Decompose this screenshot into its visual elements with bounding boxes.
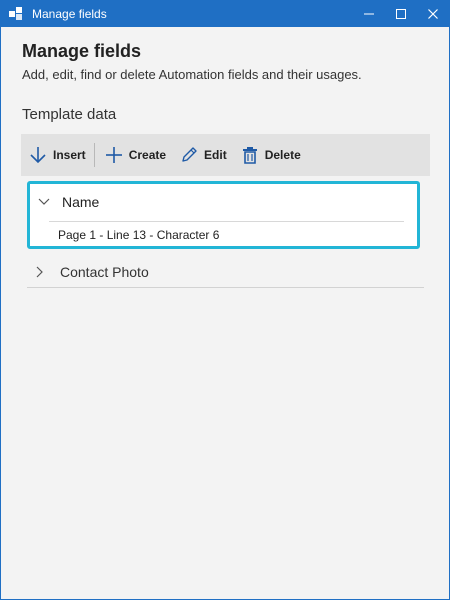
section-label: Template data — [22, 106, 117, 123]
field-usage-item[interactable]: Page 1 - Line 13 - Character 6 — [49, 221, 404, 247]
edit-button[interactable]: Edit — [172, 134, 233, 176]
plus-icon — [105, 147, 122, 163]
pencil-icon — [182, 147, 197, 162]
field-item-name[interactable]: Name Page 1 - Line 13 - Character 6 — [27, 181, 420, 249]
insert-button[interactable]: Insert — [21, 134, 92, 176]
toolbar-divider — [93, 143, 95, 167]
field-header[interactable]: Name — [30, 184, 417, 220]
app-icon — [8, 6, 24, 22]
chevron-right-icon[interactable] — [31, 266, 49, 278]
arrow-down-icon — [30, 147, 46, 164]
dialog-content: Manage fields Add, edit, find or delete … — [1, 27, 449, 599]
page-description: Add, edit, find or delete Automation fie… — [22, 67, 362, 82]
field-item-contact-photo[interactable]: Contact Photo — [27, 256, 424, 288]
delete-label: Delete — [264, 148, 301, 162]
minimize-icon[interactable] — [353, 1, 385, 27]
field-name: Name — [62, 194, 100, 210]
page-title: Manage fields — [22, 41, 142, 61]
window-title: Manage fields — [32, 7, 107, 21]
close-icon[interactable] — [417, 1, 449, 27]
manage-fields-window: Manage fields Manage fields Add, edit, f… — [0, 0, 450, 600]
create-button[interactable]: Create — [97, 134, 172, 176]
create-label: Create — [128, 148, 167, 162]
fields-toolbar: Insert Create Edit Delete — [21, 134, 430, 176]
delete-button[interactable]: Delete — [233, 134, 307, 176]
maximize-icon[interactable] — [385, 1, 417, 27]
trash-icon — [242, 147, 257, 164]
edit-label: Edit — [204, 148, 227, 162]
title-bar[interactable]: Manage fields — [1, 1, 449, 27]
field-name: Contact Photo — [60, 263, 149, 280]
insert-label: Insert — [53, 148, 86, 162]
chevron-down-icon[interactable] — [35, 198, 53, 206]
